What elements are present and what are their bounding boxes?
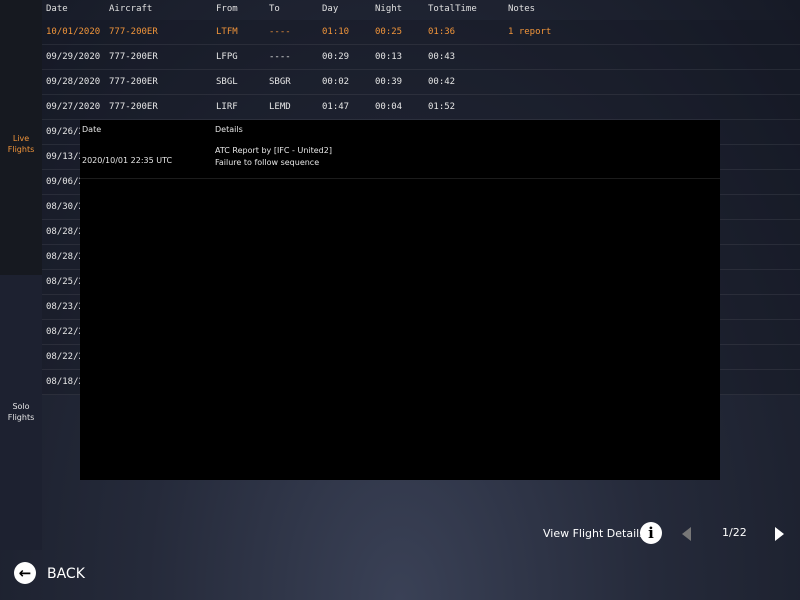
table-cell-date: 09/26/2 <box>46 127 84 137</box>
header-day: Day <box>322 4 339 14</box>
table-cell-date: 09/29/2020 <box>46 52 101 62</box>
table-cell-day: 01:47 <box>322 102 350 112</box>
table-cell-to: ---- <box>269 27 291 37</box>
table-cell-total: 01:36 <box>428 27 456 37</box>
table-cell-total: 00:43 <box>428 52 456 62</box>
atc-report-title: ATC Report by [IFC - United2] <box>215 146 332 155</box>
table-cell-from: LTFM <box>216 27 238 37</box>
view-flight-details-label[interactable]: View Flight Details <box>543 527 645 540</box>
table-cell-to: SBGR <box>269 77 291 87</box>
table-cell-notes: 1 report <box>508 27 552 37</box>
sidebar-tab-solo-flights[interactable]: Solo Flights <box>0 275 42 550</box>
solo-flights-label: Solo Flights <box>0 401 42 423</box>
table-cell-date: 08/28/2 <box>46 252 84 262</box>
sidebar: Live Flights Solo Flights <box>0 0 42 550</box>
solo-label-line1: Solo <box>12 402 30 411</box>
header-to: To <box>269 4 280 14</box>
page-indicator: 1/22 <box>722 526 747 539</box>
atc-report-date: 2020/10/01 22:35 UTC <box>82 156 173 165</box>
table-cell-date: 08/30/2 <box>46 202 84 212</box>
table-cell-date: 08/18/2 <box>46 377 84 387</box>
header-from: From <box>216 4 238 14</box>
header-night: Night <box>375 4 403 14</box>
sidebar-tab-live-flights[interactable]: Live Flights <box>0 0 42 275</box>
atc-report-reason: Failure to follow sequence <box>215 158 320 167</box>
table-cell-to: ---- <box>269 52 291 62</box>
info-icon[interactable]: i <box>640 522 662 544</box>
header-aircraft: Aircraft <box>109 4 153 14</box>
chevron-left-icon[interactable] <box>682 527 691 541</box>
back-button[interactable]: BACK <box>47 566 85 582</box>
table-cell-date: 08/22/2 <box>46 327 84 337</box>
atc-report-panel: Date Details 2020/10/01 22:35 UTC ATC Re… <box>80 120 720 480</box>
live-flights-label: Live Flights <box>7 134 35 154</box>
atc-report-row[interactable]: 2020/10/01 22:35 UTC ATC Report by [IFC … <box>80 144 720 179</box>
table-row[interactable]: 10/01/2020 777-200ER LTFM ---- 01:10 00:25 01:… <box>42 20 800 45</box>
table-cell-night: 00:39 <box>375 77 403 87</box>
table-cell-day: 01:10 <box>322 27 350 37</box>
header-date: Date <box>46 4 68 14</box>
table-cell-date: 08/28/2 <box>46 227 84 237</box>
table-cell-date: 10/01/2020 <box>46 27 101 37</box>
table-cell-aircraft: 777-200ER <box>109 77 158 87</box>
table-cell-total: 01:52 <box>428 102 456 112</box>
table-cell-day: 00:02 <box>322 77 350 87</box>
table-cell-date: 09/28/2020 <box>46 77 101 87</box>
chevron-right-icon[interactable] <box>775 527 784 541</box>
table-cell-date: 08/25/2 <box>46 277 84 287</box>
table-cell-from: LIRF <box>216 102 238 112</box>
atc-report-details: ATC Report by [IFC - United2] Failure to… <box>215 145 332 169</box>
table-cell-night: 00:25 <box>375 27 403 37</box>
table-row[interactable]: 09/29/2020 777-200ER LFPG ---- 00:29 00:13 00:… <box>42 45 800 70</box>
header-notes: Notes <box>508 4 536 14</box>
logbook-header: Date Aircraft From To Day Night TotalTim… <box>42 0 800 20</box>
table-row[interactable]: 09/27/2020 777-200ER LIRF LEMD 01:47 00:04 01:… <box>42 95 800 120</box>
header-total-time: TotalTime <box>428 4 477 14</box>
table-cell-date: 09/27/2020 <box>46 102 101 112</box>
table-cell-total: 00:42 <box>428 77 456 87</box>
table-cell-date: 08/22/2 <box>46 352 84 362</box>
table-cell-date: 09/06/2 <box>46 177 84 187</box>
table-cell-from: LFPG <box>216 52 238 62</box>
atc-report-header: Date Details <box>80 120 720 144</box>
back-arrow-icon[interactable]: ← <box>14 562 36 584</box>
atc-header-details: Details <box>215 125 243 134</box>
table-cell-aircraft: 777-200ER <box>109 52 158 62</box>
table-cell-date: 08/23/2 <box>46 302 84 312</box>
table-cell-to: LEMD <box>269 102 291 112</box>
table-cell-aircraft: 777-200ER <box>109 102 158 112</box>
table-cell-night: 00:13 <box>375 52 403 62</box>
table-cell-night: 00:04 <box>375 102 403 112</box>
table-cell-from: SBGL <box>216 77 238 87</box>
table-cell-date: 09/13/2 <box>46 152 84 162</box>
table-cell-aircraft: 777-200ER <box>109 27 158 37</box>
solo-label-line2: Flights <box>7 413 35 422</box>
table-row[interactable]: 09/28/2020 777-200ER SBGL SBGR 00:02 00:39 00:… <box>42 70 800 95</box>
atc-header-date: Date <box>82 125 102 134</box>
table-cell-day: 00:29 <box>322 52 350 62</box>
